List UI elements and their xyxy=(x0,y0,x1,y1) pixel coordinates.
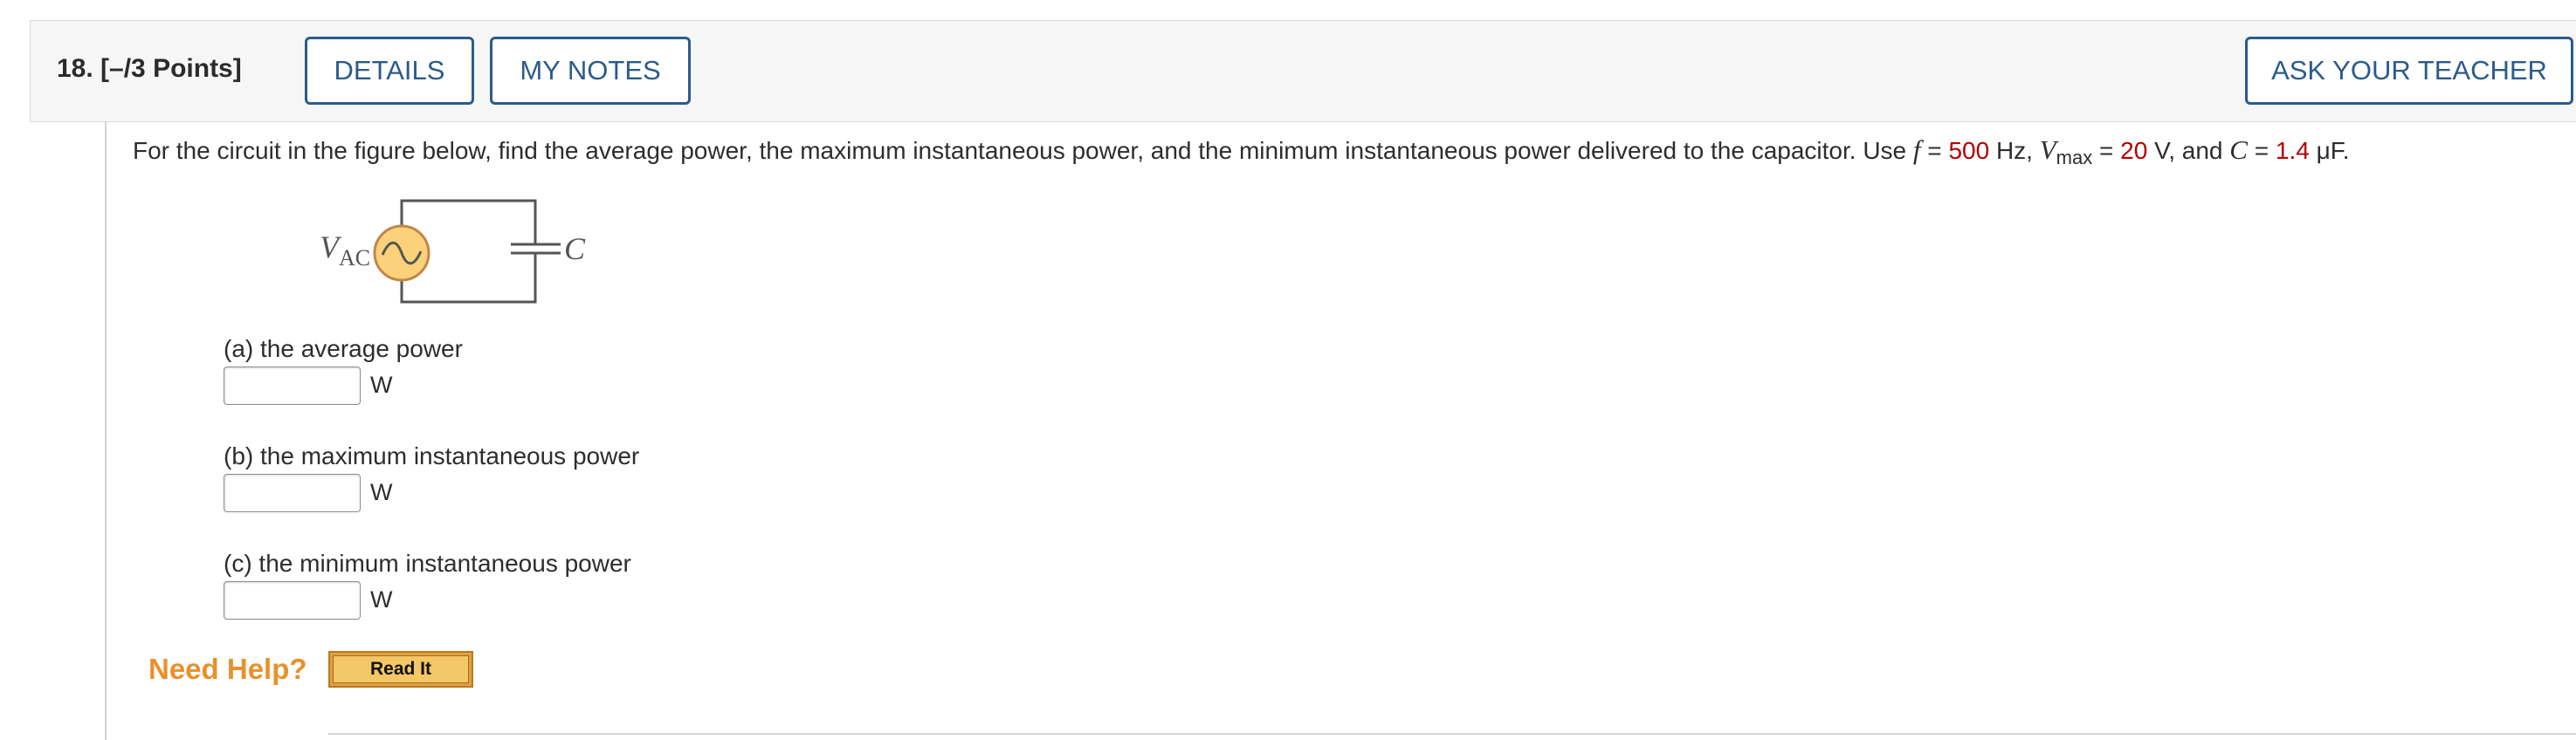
part-b-answer-input[interactable] xyxy=(224,474,361,512)
part-b-unit: W xyxy=(370,479,393,505)
capacitance-value: 1.4 xyxy=(2275,137,2310,164)
circuit-figure: VAC C xyxy=(320,199,586,304)
need-help-label: Need Help? xyxy=(148,653,307,685)
question-left-border xyxy=(105,122,107,740)
my-notes-button[interactable]: MY NOTES xyxy=(490,37,691,105)
voltage-symbol: V xyxy=(2039,134,2056,165)
part-a-answer-input[interactable] xyxy=(224,367,361,405)
ask-your-teacher-button[interactable]: ASK YOUR TEACHER xyxy=(2245,37,2573,105)
capacitor-label: C xyxy=(564,231,586,266)
part-c-label: (c) the minimum instantaneous power xyxy=(224,550,631,577)
equals-sign: = xyxy=(1920,137,1949,164)
part-c-answer-input[interactable] xyxy=(224,581,361,620)
section-divider xyxy=(328,733,2576,735)
frequency-symbol: f xyxy=(1912,134,1921,165)
part-a-unit: W xyxy=(370,372,393,398)
question-header: 18. [–/3 Points] DETAILS MY NOTES ASK YO… xyxy=(30,20,2576,122)
source-label: VAC xyxy=(320,230,370,271)
frequency-unit: Hz, xyxy=(1989,137,2040,164)
question-intro: For the circuit in the figure below, fin… xyxy=(133,137,1913,164)
voltage-subscript: max xyxy=(2056,147,2093,168)
read-it-button[interactable]: Read It xyxy=(328,651,473,688)
question-text: For the circuit in the figure below, fin… xyxy=(133,134,2350,169)
part-c-unit: W xyxy=(370,586,393,613)
capacitance-unit: μF. xyxy=(2309,137,2350,164)
part-b-label: (b) the maximum instantaneous power xyxy=(224,442,640,469)
frequency-value: 500 xyxy=(1948,137,1990,164)
equals-sign: = xyxy=(2092,137,2121,164)
part-a-label: (a) the average power xyxy=(224,335,463,362)
details-button[interactable]: DETAILS xyxy=(305,37,474,105)
capacitance-symbol: C xyxy=(2229,134,2248,165)
read-it-label: Read It xyxy=(333,655,469,683)
question-number: 18. [–/3 Points] xyxy=(57,54,242,83)
equals-sign: = xyxy=(2247,137,2276,164)
voltage-unit: V, and xyxy=(2147,137,2230,164)
voltage-value: 20 xyxy=(2120,137,2148,164)
